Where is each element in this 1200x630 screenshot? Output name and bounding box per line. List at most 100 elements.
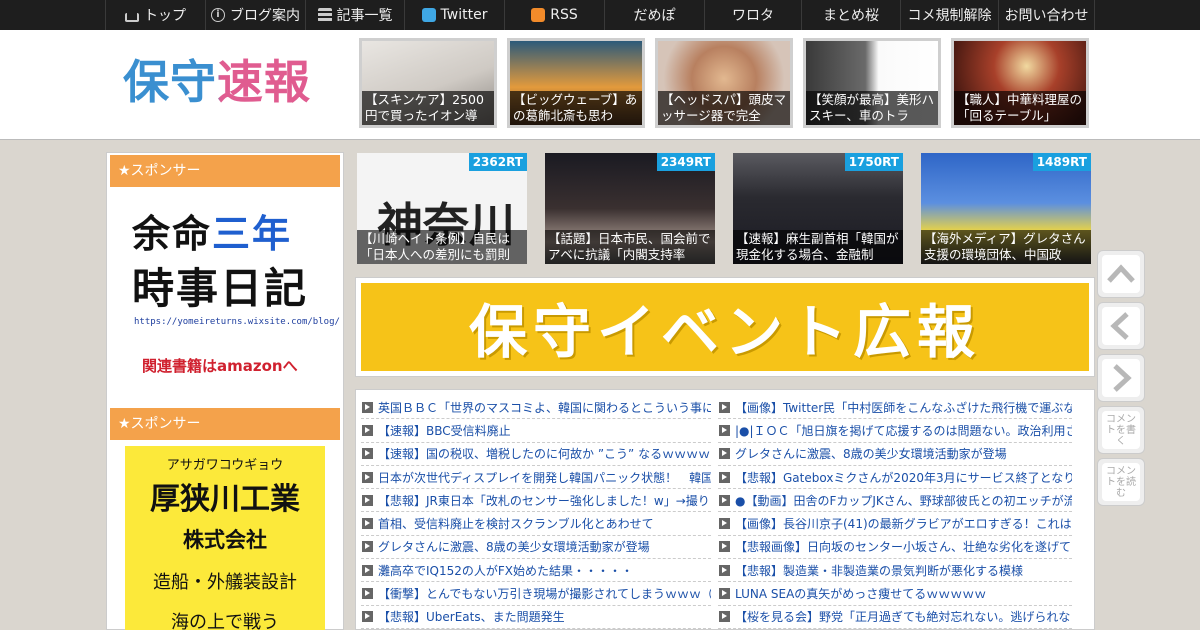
bullet-arrow-icon [362, 588, 373, 600]
list-item[interactable]: 【画像】Twitter民「中村医師をこんなふざけた飛行機で運ぶな [718, 396, 1072, 420]
list-item-title: 日本が次世代ディスプレイを開発し韓国パニック状態！ 韓国 [378, 470, 711, 485]
next-article-button[interactable] [1097, 354, 1145, 402]
list-item[interactable]: 英国ＢＢＣ「世界のマスコミよ、韓国に関わるとこういう事に [361, 396, 711, 420]
bullet-arrow-icon [362, 448, 373, 460]
nav-label: トップ [144, 8, 186, 24]
rt-article[interactable]: 1489RT 【海外メディア】グレタさん支援の環境団体、中国政 [921, 153, 1091, 264]
list-item[interactable]: 【桜を見る会】野党「正月過ぎても絶対忘れない。逃げられな [718, 606, 1072, 629]
list-item-title: 灘高卒でIQ152の人がFX始めた結果・・・・・ [378, 563, 634, 578]
header-thumb-article[interactable]: 【職人】中華料理屋の「回るテーブル」 [951, 38, 1089, 128]
nav-item-twitter[interactable]: Twitter [404, 0, 504, 30]
nav-item-rss[interactable]: RSS [504, 0, 604, 30]
list-item[interactable]: 【衝撃】とんでもない万引き現場が撮影されてしまうｗｗｗ（ [361, 582, 711, 606]
prev-article-button[interactable] [1097, 302, 1145, 350]
list-item-title: 【速報】国の税収、増税したのに何故か ”こう” なるｗｗｗｗｗ [378, 447, 711, 462]
thumb-caption: 【笑顔が最高】美形ハスキー、車のトラ [806, 91, 938, 125]
list-item[interactable]: 【悲報画像】日向坂のセンター小坂さん、壮絶な劣化を遂げて [718, 536, 1072, 560]
button-face [1102, 255, 1140, 293]
ad-title-line1: 余命三年 [132, 203, 292, 258]
header-thumb-article[interactable]: 【ビッグウェーブ】あの葛飾北斎も思わ [507, 38, 645, 128]
bullet-arrow-icon [362, 518, 373, 530]
bullet-arrow-icon [362, 494, 373, 506]
bullet-arrow-icon [719, 424, 730, 436]
list-item[interactable]: 【悲報】UberEats、また問題発生 [361, 606, 711, 629]
nav-item-comment-unblock[interactable]: コメ規制解除 [900, 0, 998, 30]
list-item[interactable]: LUNA SEAの真矢がめっさ痩せてるｗｗｗｗｗ [718, 582, 1072, 606]
sponsor-ad-asagawa[interactable]: アサガワコウギョウ 厚狭川工業 株式会社 造船・外艤装設計 海の上で戦う [125, 446, 325, 630]
ad-title-line2: 時事日記 [132, 264, 309, 313]
article-list-right: 【画像】Twitter民「中村医師をこんなふざけた飛行機で運ぶな |●|ＩＯＣ「… [718, 396, 1072, 629]
list-item[interactable]: ●【動画】田舎のFカップJKさん、野球部彼氏との初エッチが流 [718, 489, 1072, 513]
sponsor-heading: ★スポンサー [110, 408, 340, 440]
thumb-caption: 【スキンケア】2500円で買ったイオン導 [362, 91, 494, 125]
chevron-up-icon [1107, 264, 1135, 283]
write-comment-button[interactable]: コメントを書く [1097, 406, 1145, 454]
bullet-arrow-icon [362, 541, 373, 553]
nav-item-warota[interactable]: ワロタ [704, 0, 801, 30]
rt-count-badge: 2362RT [468, 153, 527, 171]
nav-item-matome-sakura[interactable]: まとめ桜 [801, 0, 900, 30]
banner-text: 保守イベント広報 [468, 298, 981, 366]
nav-item-article-list[interactable]: 記事一覧 [305, 0, 404, 30]
list-item[interactable]: 【悲報】製造業・非製造業の景気判断が悪化する模様 [718, 559, 1072, 583]
nav-item-top[interactable]: トップ [105, 0, 205, 30]
rt-caption: 【話題】日本市民、国会前でアベに抗議「内閣支持率 [545, 230, 715, 264]
ad-company-kana: アサガワコウギョウ [166, 458, 284, 473]
ad-company-tagline: 海の上で戦う [171, 612, 279, 630]
scroll-top-button[interactable] [1097, 250, 1145, 298]
site-logo[interactable]: 保守速報 [123, 52, 311, 112]
read-comment-button[interactable]: コメントを読む [1097, 458, 1145, 506]
ad-title-accent: 三年 [212, 212, 293, 256]
article-lists: 英国ＢＢＣ「世界のマスコミよ、韓国に関わるとこういう事に 【速報】BBC受信料廃… [355, 389, 1095, 630]
nav-label: お問い合わせ [1004, 8, 1089, 24]
list-item[interactable]: グレタさんに激震、8歳の美少女環境活動家が登場 [361, 536, 711, 560]
list-item-title: 英国ＢＢＣ「世界のマスコミよ、韓国に関わるとこういう事に [378, 400, 711, 415]
nav-label: ワロタ [732, 8, 774, 24]
nav-menu: トップ i ブログ案内 記事一覧 Twitter RSS だめぽ ワロタ まとめ桜… [105, 0, 1095, 30]
bullet-arrow-icon [719, 494, 730, 506]
list-item[interactable]: 【速報】国の税収、増税したのに何故か ”こう” なるｗｗｗｗｗ [361, 443, 711, 466]
list-item-title: グレタさんに激震、8歳の美少女環境活動家が登場 [735, 447, 1007, 462]
article-list-left: 英国ＢＢＣ「世界のマスコミよ、韓国に関わるとこういう事に 【速報】BBC受信料廃… [361, 396, 711, 629]
event-banner[interactable]: 保守イベント広報 [355, 277, 1095, 377]
nav-item-blog-guide[interactable]: i ブログ案内 [205, 0, 305, 30]
rt-article[interactable]: 1750RT 【速報】麻生副首相「韓国が現金化する場合、金融制 [733, 153, 903, 264]
bullet-arrow-icon [719, 471, 730, 483]
list-item-title: 【画像】長谷川京子(41)の最新グラビアがエロすぎる！これはも [735, 517, 1072, 532]
list-item[interactable]: 首相、受信料廃止を検討スクランブル化とあわせて [361, 512, 711, 536]
write-comment-label: コメントを書く [1102, 411, 1140, 449]
nav-label: だめぽ [633, 8, 676, 24]
nav-item-contact[interactable]: お問い合わせ [998, 0, 1095, 30]
ad-amazon-link[interactable]: 関連書籍はamazonへ [142, 355, 298, 376]
bullet-arrow-icon [719, 588, 730, 600]
list-item[interactable]: |●|ＩＯＣ「旭日旗を掲げて応援するのは問題ない。政治利用さ [718, 419, 1072, 443]
list-item-title: |●|ＩＯＣ「旭日旗を掲げて応援するのは問題ない。政治利用さ [735, 423, 1072, 438]
list-item[interactable]: 【速報】BBC受信料廃止 [361, 419, 711, 443]
header-thumb-article[interactable]: 【ヘッドスパ】頭皮マッサージ器で完全 [655, 38, 793, 128]
header-thumb-article[interactable]: 【笑顔が最高】美形ハスキー、車のトラ [803, 38, 941, 128]
header-thumb-article[interactable]: 【スキンケア】2500円で買ったイオン導 [359, 38, 497, 128]
rt-count-badge: 1750RT [844, 153, 903, 171]
list-item[interactable]: 灘高卒でIQ152の人がFX始めた結果・・・・・ [361, 559, 711, 583]
read-comment-label: コメントを読む [1102, 463, 1140, 501]
bullet-arrow-icon [362, 471, 373, 483]
rt-article[interactable]: 神奈川 2362RT 【川崎ヘイト条例】自民は「日本人への差別にも罰則 [357, 153, 527, 264]
info-icon: i [211, 8, 225, 22]
nav-item-damepo[interactable]: だめぽ [604, 0, 704, 30]
rt-caption: 【海外メディア】グレタさん支援の環境団体、中国政 [921, 230, 1091, 264]
list-item[interactable]: 【画像】長谷川京子(41)の最新グラビアがエロすぎる！これはも [718, 512, 1072, 536]
chevron-left-icon [1110, 312, 1129, 340]
list-item[interactable]: 【悲報】JR東日本「改札のセンサー強化しました！w」→撮り [361, 489, 711, 513]
list-item[interactable]: グレタさんに激震、8歳の美少女環境活動家が登場 [718, 443, 1072, 466]
list-item[interactable]: 【悲報】Gateboxミクさんが2020年3月にサービス終了となり召 [718, 466, 1072, 490]
list-icon [317, 8, 332, 22]
list-item[interactable]: 日本が次世代ディスプレイを開発し韓国パニック状態！ 韓国 [361, 466, 711, 490]
bullet-arrow-icon [719, 564, 730, 576]
bullet-arrow-icon [362, 611, 373, 623]
nav-label: コメ規制解除 [907, 8, 992, 24]
bullet-arrow-icon [719, 401, 730, 413]
rt-article[interactable]: 2349RT 【話題】日本市民、国会前でアベに抗議「内閣支持率 [545, 153, 715, 264]
list-item-title: 【画像】Twitter民「中村医師をこんなふざけた飛行機で運ぶな [735, 400, 1072, 415]
button-face [1102, 359, 1140, 397]
sponsor-ad-yomei[interactable]: 余命三年 時事日記 https://yomeireturns.wixsite.c… [110, 189, 340, 394]
